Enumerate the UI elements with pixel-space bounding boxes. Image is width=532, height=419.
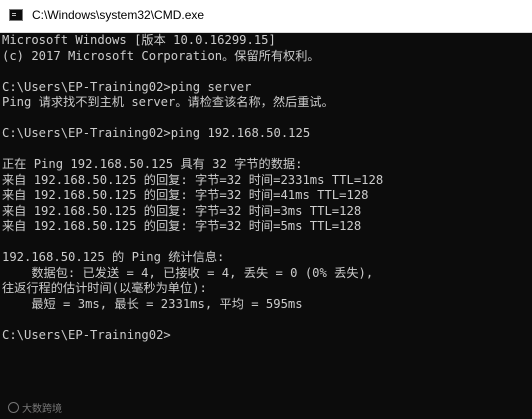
cmd-icon[interactable] xyxy=(9,9,23,21)
watermark: 大数跨境 xyxy=(8,400,62,415)
console-line: 来自 192.168.50.125 的回复: 字节=32 时间=41ms TTL… xyxy=(2,188,369,202)
window-title: C:\Windows\system32\CMD.exe xyxy=(32,8,205,22)
console-line: 数据包: 已发送 = 4, 已接收 = 4, 丢失 = 0 (0% 丢失), xyxy=(2,265,374,280)
console-line: 来自 192.168.50.125 的回复: 字节=32 时间=5ms TTL=… xyxy=(2,219,362,233)
console-line: Ping 请求找不到主机 server。请检查该名称，然后重试。 xyxy=(2,95,334,109)
title-bar[interactable]: C:\Windows\system32\CMD.exe xyxy=(0,0,532,33)
console-line: 来自 192.168.50.125 的回复: 字节=32 时间=2331ms T… xyxy=(2,172,384,187)
console-line: 192.168.50.125 的 Ping 统计信息: xyxy=(2,250,225,264)
console-line: 来自 192.168.50.125 的回复: 字节=32 时间=3ms TTL=… xyxy=(2,203,362,218)
console-line: 最短 = 3ms, 最长 = 2331ms, 平均 = 595ms xyxy=(2,296,303,311)
console-line: 正在 Ping 192.168.50.125 具有 32 字节的数据: xyxy=(2,157,303,171)
watermark-logo-icon xyxy=(8,402,19,413)
console-output[interactable]: Microsoft Windows [版本 10.0.16299.15] (c) … xyxy=(2,33,530,417)
console-line: Microsoft Windows [版本 10.0.16299.15] xyxy=(2,33,276,47)
console-line: C:\Users\EP-Training02>ping server xyxy=(2,79,252,94)
watermark-text: 大数跨境 xyxy=(22,404,62,415)
cmd-window: C:\Windows\system32\CMD.exe Microsoft Wi… xyxy=(0,0,532,419)
console-line: C:\Users\EP-Training02> xyxy=(2,327,171,342)
console-line: (c) 2017 Microsoft Corporation。保留所有权利。 xyxy=(2,48,320,63)
console-line: 往返行程的估计时间(以毫秒为单位): xyxy=(2,281,207,295)
console-line: C:\Users\EP-Training02>ping 192.168.50.1… xyxy=(2,126,311,140)
